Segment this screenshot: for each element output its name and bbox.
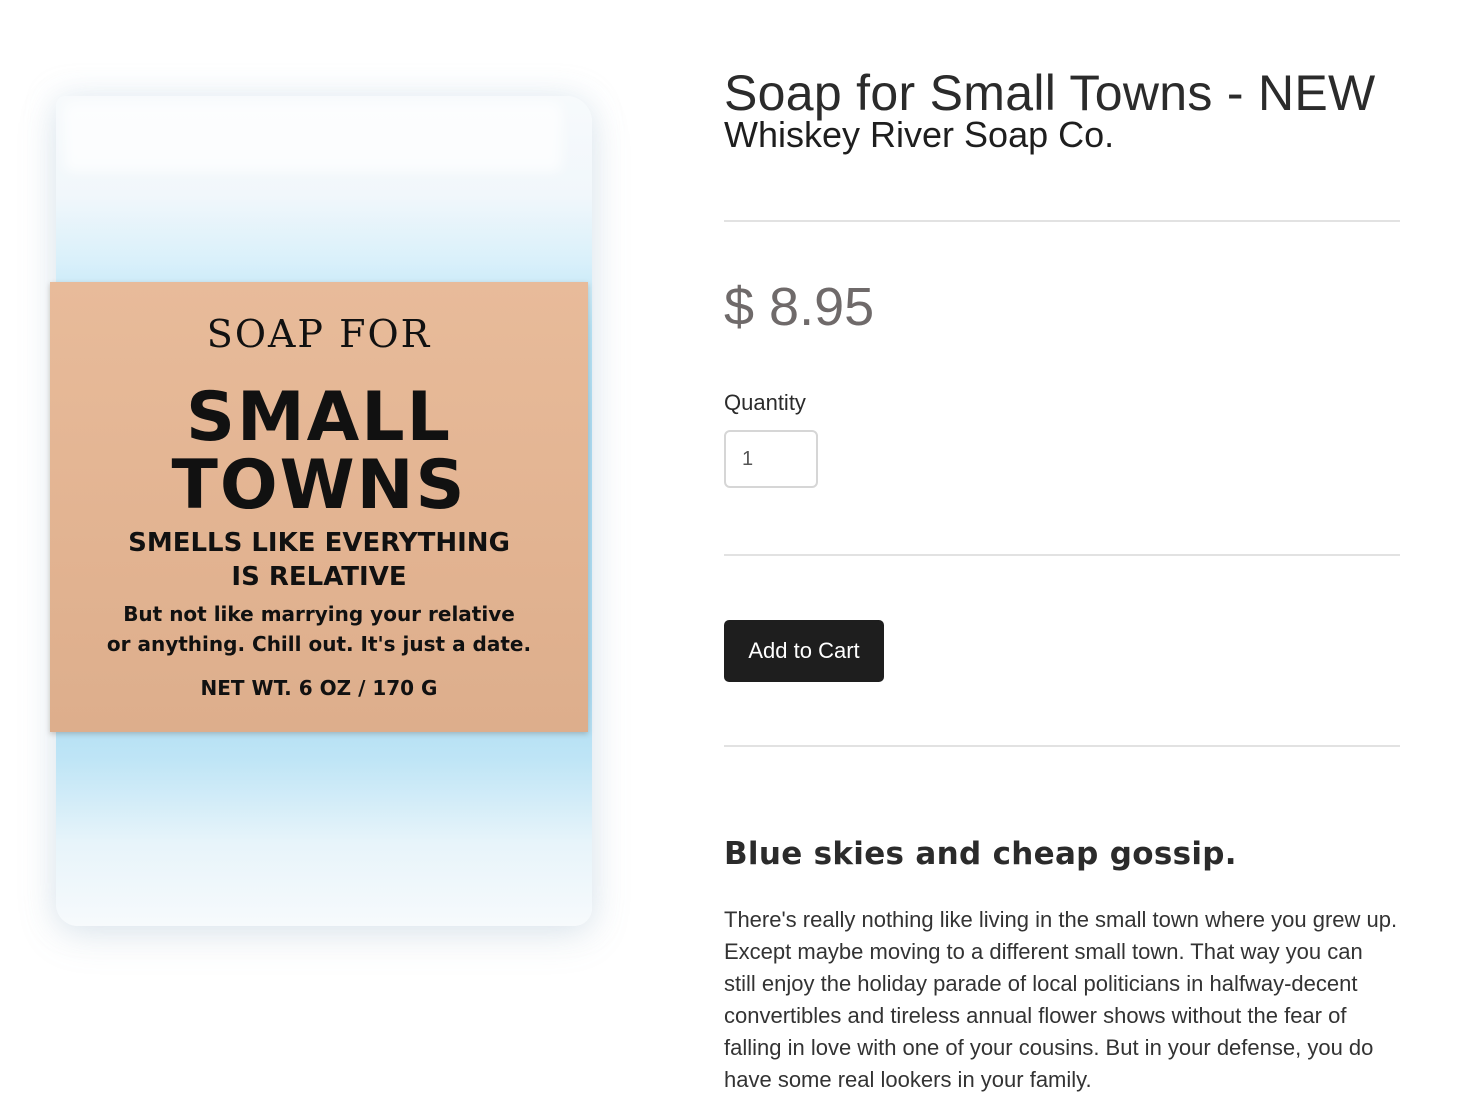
label-line-towns: TOWNS — [171, 446, 467, 525]
product-vendor[interactable]: Whiskey River Soap Co. — [724, 114, 1114, 156]
soap-label: SOAP FOR SMALL TOWNS SMELLS LIKE EVERYTH… — [50, 282, 588, 732]
product-tagline: Blue skies and cheap gossip. — [724, 835, 1237, 872]
label-line-joke-1: But not like marrying your relative — [123, 602, 515, 626]
label-line-soap-for: SOAP FOR — [206, 312, 432, 356]
quantity-label: Quantity — [724, 390, 806, 415]
add-to-cart-button[interactable]: Add to Cart — [724, 620, 884, 682]
quantity-input[interactable] — [724, 430, 818, 488]
label-line-smells: SMELLS LIKE EVERYTHING — [128, 528, 510, 558]
product-image[interactable]: SOAP FOR SMALL TOWNS SMELLS LIKE EVERYTH… — [0, 0, 660, 1000]
divider — [724, 220, 1400, 222]
product-description: There's really nothing like living in th… — [724, 907, 1398, 1092]
label-line-joke-2: or anything. Chill out. It's just a date… — [106, 632, 532, 656]
product-price: $ 8.95 — [724, 277, 875, 337]
label-line-relative: IS RELATIVE — [231, 562, 407, 592]
label-line-net-weight: NET WT. 6 OZ / 170 G — [200, 676, 438, 700]
divider — [724, 745, 1400, 747]
product-title: Soap for Small Towns - NEW — [724, 64, 1376, 121]
divider — [724, 554, 1400, 556]
